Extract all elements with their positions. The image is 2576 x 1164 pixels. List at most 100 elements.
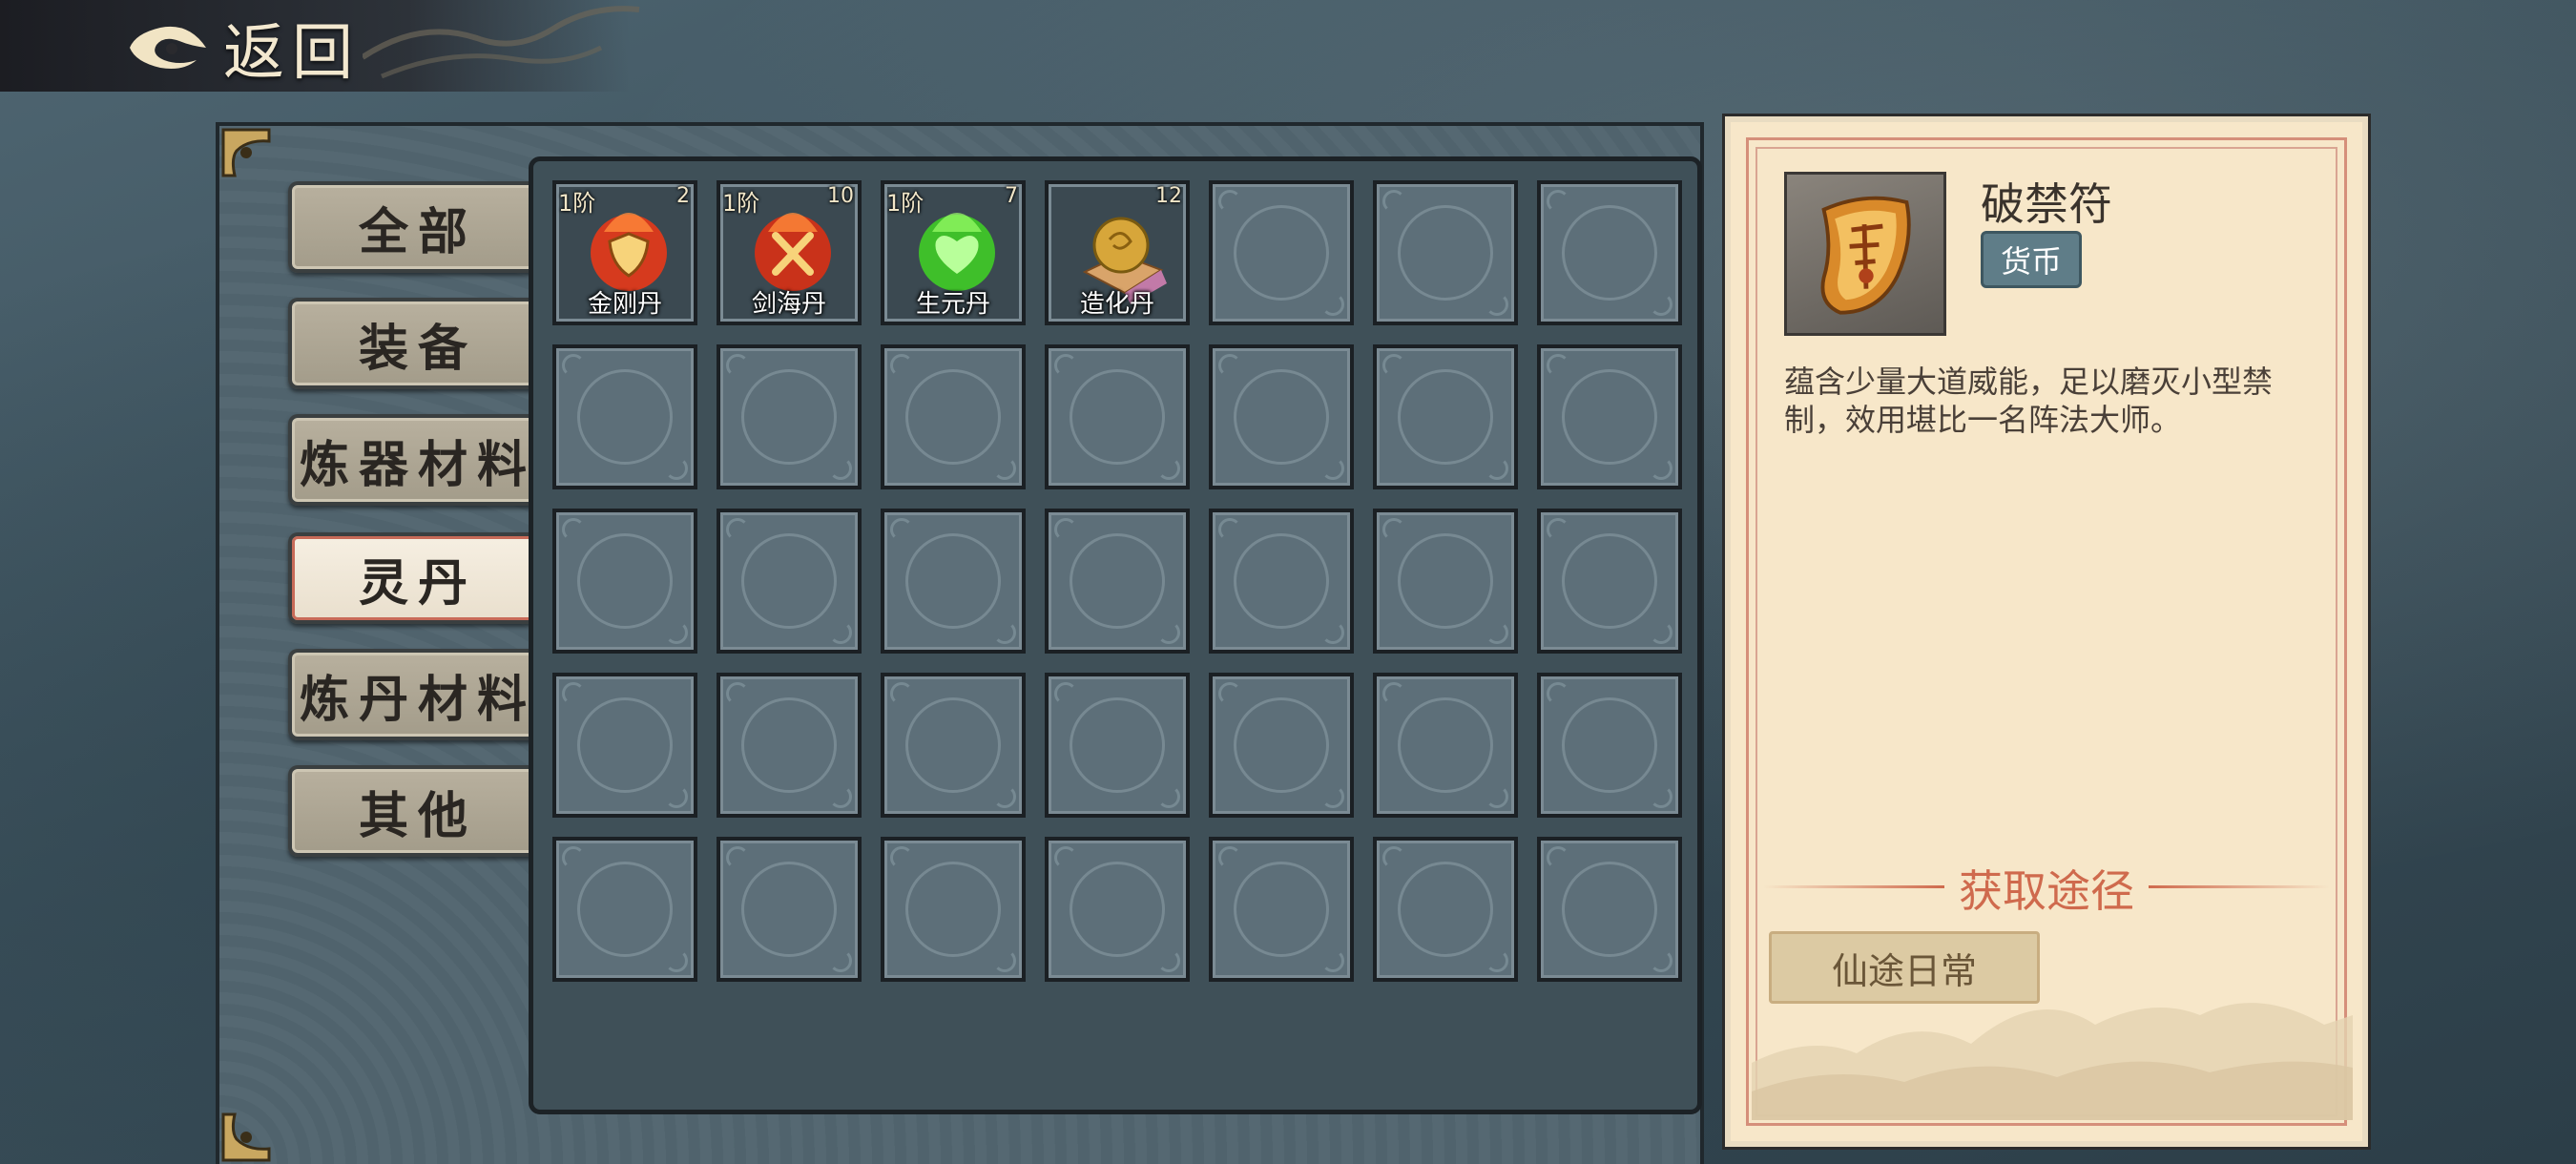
inventory-slot-empty[interactable] [881,837,1026,982]
inventory-slot-item[interactable]: 1阶 2 金刚丹 [552,180,697,325]
inventory-slot-empty[interactable] [717,509,862,654]
inventory-slot-empty[interactable] [881,344,1026,489]
empty-slot-ring [741,369,837,465]
inventory-slot-empty[interactable] [552,509,697,654]
item-name: 破禁符 [1981,178,2112,230]
swirl-icon [1054,682,1077,705]
swirl-icon [1650,785,1672,808]
inventory-slot-empty[interactable] [1209,344,1354,489]
empty-slot-ring [1398,697,1493,793]
inventory-slot-empty[interactable] [1537,344,1682,489]
swirl-icon [1321,457,1344,480]
inventory-slot-empty[interactable] [552,344,697,489]
tab-refining-materials[interactable]: 炼器材料 [288,414,544,506]
swirl-icon [1218,190,1241,213]
source-title: 获取途径 [1959,865,2134,917]
inventory-slot-empty[interactable] [1537,837,1682,982]
tab-alchemy-materials[interactable]: 炼丹材料 [288,649,544,740]
swirl-icon [829,621,852,644]
swirl-icon [1218,518,1241,541]
swirl-icon [1321,949,1344,972]
swirl-icon [1382,354,1405,377]
swirl-icon [665,949,688,972]
tab-equipment[interactable]: 装备 [288,298,544,389]
tab-label: 装备 [358,319,477,378]
inventory-slot-empty[interactable] [1045,673,1190,818]
item-name: 造化丹 [1079,290,1154,319]
back-button[interactable]: 返回 [122,10,361,89]
empty-slot-ring [577,533,673,629]
empty-slot-ring [1234,205,1329,301]
inventory-slot-empty[interactable] [1045,344,1190,489]
swirl-icon [1547,846,1569,869]
corner-ornament-icon [221,128,271,177]
empty-slot-ring [905,697,1001,793]
talisman-scroll-icon [1820,196,1911,315]
swirl-icon [1650,949,1672,972]
item-count: 7 [1005,184,1018,208]
inventory-grid: 1阶 2 金刚丹 1阶 10 剑海丹 1阶 7 生元丹 12 造化丹 [552,180,1686,984]
inventory-slot-empty[interactable] [1209,180,1354,325]
swirl-icon [993,785,1016,808]
swirl-icon [890,682,913,705]
swirl-icon [890,518,913,541]
inventory-slot-empty[interactable] [717,344,862,489]
inventory-slot-empty[interactable] [1373,180,1518,325]
inventory-slot-empty[interactable] [1045,509,1190,654]
swirl-icon [1382,846,1405,869]
inventory-slot-empty[interactable] [717,673,862,818]
inventory-slot-empty[interactable] [1373,673,1518,818]
swirl-icon [562,682,585,705]
swirl-icon [1382,682,1405,705]
item-detail-panel: 破禁符 货币 蕴含少量大道威能，足以磨灭小型禁制，效用堪比一名阵法大师。 获取途… [1722,114,2371,1150]
empty-slot-ring [1234,369,1329,465]
swirl-icon [1054,518,1077,541]
inventory-slot-empty[interactable] [1373,837,1518,982]
inventory-slot-empty[interactable] [1209,837,1354,982]
inventory-slot-empty[interactable] [1537,180,1682,325]
tab-elixirs[interactable]: 灵丹 [288,532,544,624]
mountain-decoration [1752,1003,2353,1120]
tab-other[interactable]: 其他 [288,765,544,857]
inventory-slot-item[interactable]: 1阶 7 生元丹 [881,180,1026,325]
inventory-slot-empty[interactable] [1045,837,1190,982]
empty-slot-ring [905,369,1001,465]
empty-slot-ring [1562,533,1657,629]
empty-slot-ring [1562,862,1657,957]
swirl-icon [1547,518,1569,541]
empty-slot-ring [1562,205,1657,301]
inventory-slot-item[interactable]: 12 造化丹 [1045,180,1190,325]
empty-slot-ring [1234,533,1329,629]
empty-slot-ring [1070,533,1165,629]
swirl-icon [1485,457,1508,480]
swirl-icon [829,949,852,972]
swirl-icon [993,457,1016,480]
inventory-slot-empty[interactable] [552,837,697,982]
inventory-slot-empty[interactable] [717,837,862,982]
tab-all[interactable]: 全部 [288,181,544,273]
inventory-slot-empty[interactable] [1537,509,1682,654]
swirl-icon [1382,518,1405,541]
empty-slot-ring [1562,697,1657,793]
corner-ornament-icon [221,1112,271,1162]
inventory-slot-empty[interactable] [1373,344,1518,489]
inventory-slot-empty[interactable] [1209,509,1354,654]
item-count: 2 [676,184,690,208]
swirl-icon [726,518,749,541]
item-name: 生元丹 [915,290,990,319]
inventory-slot-empty[interactable] [1537,673,1682,818]
swirl-icon [1218,846,1241,869]
inventory-slot-item[interactable]: 1阶 10 剑海丹 [717,180,862,325]
inventory-slot-empty[interactable] [552,673,697,818]
cloud-decoration-icon [363,6,640,79]
inventory-slot-empty[interactable] [1209,673,1354,818]
item-count: 12 [1155,184,1182,208]
swirl-icon [890,354,913,377]
empty-slot-ring [577,697,673,793]
inventory-slot-empty[interactable] [1373,509,1518,654]
tab-label: 灵丹 [358,553,477,613]
inventory-slot-empty[interactable] [881,509,1026,654]
inventory-slot-empty[interactable] [881,673,1026,818]
swirl-icon [665,621,688,644]
swirl-icon [562,846,585,869]
